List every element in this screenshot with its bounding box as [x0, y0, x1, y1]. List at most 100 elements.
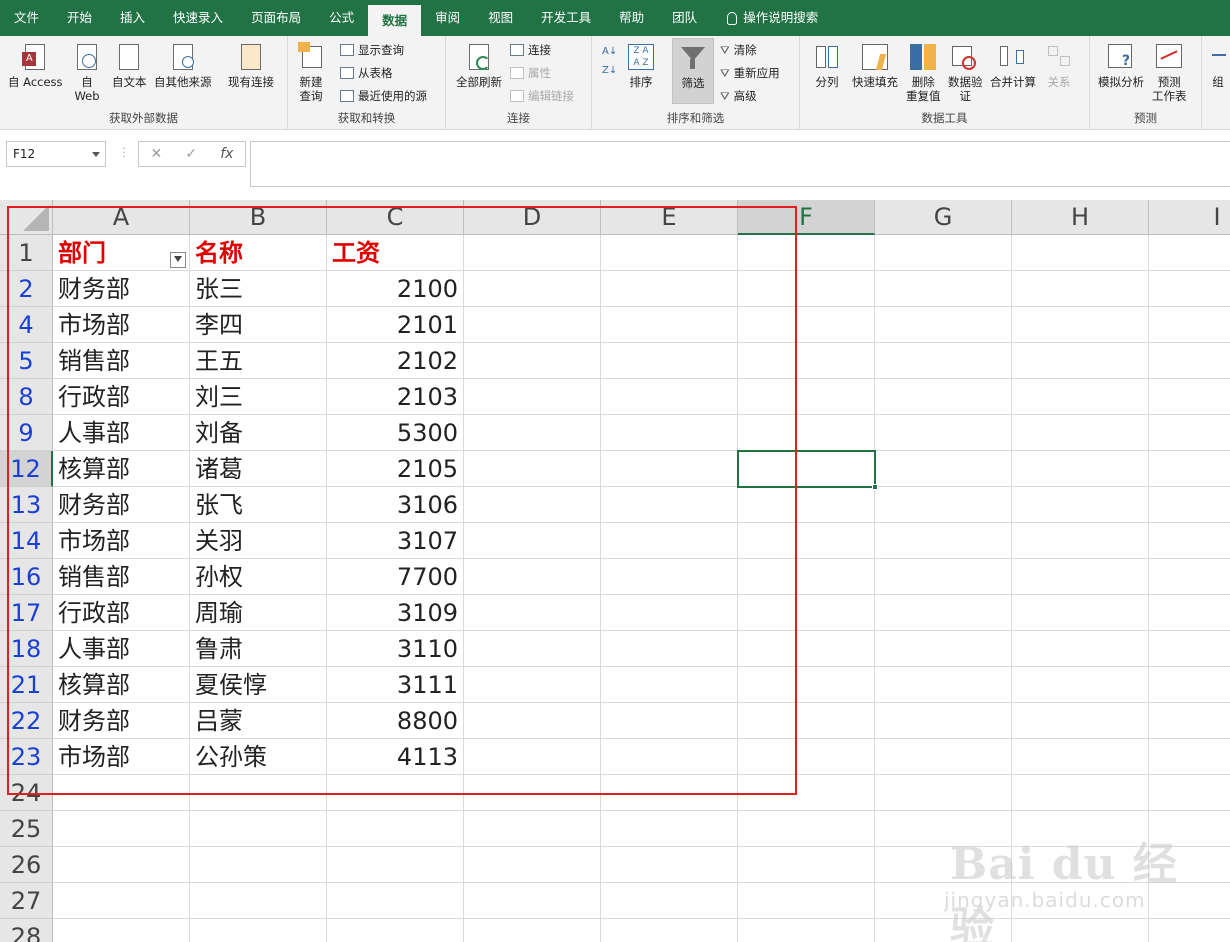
cell-g1[interactable]: [875, 235, 1012, 271]
cell-a17[interactable]: 行政部: [53, 595, 190, 631]
cell-g26[interactable]: [875, 847, 1012, 883]
cell-h18[interactable]: [1012, 631, 1149, 667]
edit-links-button[interactable]: 编辑链接: [510, 88, 574, 104]
cell-d24[interactable]: [464, 775, 601, 811]
cell-d14[interactable]: [464, 523, 601, 559]
formula-input[interactable]: [250, 141, 1230, 187]
cell-f21[interactable]: [738, 667, 875, 703]
row-header-14[interactable]: 14: [0, 523, 53, 559]
sort-az-buttons[interactable]: A↓ Z↓: [602, 46, 617, 76]
cell-g2[interactable]: [875, 271, 1012, 307]
cell-c18[interactable]: 3110: [327, 631, 464, 667]
column-header-d[interactable]: D: [464, 200, 601, 235]
cell-h13[interactable]: [1012, 487, 1149, 523]
cell-g13[interactable]: [875, 487, 1012, 523]
from-access-button[interactable]: A 自 Access: [8, 42, 63, 89]
row-header-16[interactable]: 16: [0, 559, 53, 595]
cell-c21[interactable]: 3111: [327, 667, 464, 703]
what-if-analysis-button[interactable]: ? 模拟分析: [1098, 42, 1144, 89]
cell-f28[interactable]: [738, 919, 875, 942]
cell-i22[interactable]: [1149, 703, 1230, 739]
cell-e1[interactable]: [601, 235, 738, 271]
row-header-5[interactable]: 5: [0, 343, 53, 379]
cell-b25[interactable]: [190, 811, 327, 847]
row-header-13[interactable]: 13: [0, 487, 53, 523]
insert-function-icon[interactable]: fx: [220, 146, 233, 162]
cell-b14[interactable]: 关羽: [190, 523, 327, 559]
cell-f9[interactable]: [738, 415, 875, 451]
cell-i17[interactable]: [1149, 595, 1230, 631]
tab-0[interactable]: 文件: [0, 0, 53, 36]
column-header-i[interactable]: I: [1149, 200, 1230, 235]
from-table-button[interactable]: 从表格: [340, 65, 393, 81]
cell-e26[interactable]: [601, 847, 738, 883]
cell-d13[interactable]: [464, 487, 601, 523]
cell-c5[interactable]: 2102: [327, 343, 464, 379]
cell-g24[interactable]: [875, 775, 1012, 811]
outline-group-button[interactable]: 组: [1210, 42, 1226, 89]
cell-h21[interactable]: [1012, 667, 1149, 703]
cell-d21[interactable]: [464, 667, 601, 703]
cell-e8[interactable]: [601, 379, 738, 415]
cell-c4[interactable]: 2101: [327, 307, 464, 343]
cell-b23[interactable]: 公孙策: [190, 739, 327, 775]
row-header-12[interactable]: 12: [0, 451, 53, 487]
tab-11[interactable]: 团队: [658, 0, 711, 36]
cell-i13[interactable]: [1149, 487, 1230, 523]
cell-c16[interactable]: 7700: [327, 559, 464, 595]
cell-e22[interactable]: [601, 703, 738, 739]
cell-c1[interactable]: 工资: [327, 235, 464, 271]
cell-c28[interactable]: [327, 919, 464, 942]
cell-b22[interactable]: 吕蒙: [190, 703, 327, 739]
cell-d12[interactable]: [464, 451, 601, 487]
tab-10[interactable]: 帮助: [605, 0, 658, 36]
cell-e13[interactable]: [601, 487, 738, 523]
cell-h24[interactable]: [1012, 775, 1149, 811]
cell-h17[interactable]: [1012, 595, 1149, 631]
cell-d26[interactable]: [464, 847, 601, 883]
cell-c27[interactable]: [327, 883, 464, 919]
reapply-button[interactable]: ⛛ 重新应用: [720, 65, 780, 81]
cell-h8[interactable]: [1012, 379, 1149, 415]
cell-b2[interactable]: 张三: [190, 271, 327, 307]
from-text-button[interactable]: 自文本: [112, 42, 147, 89]
column-header-f[interactable]: F: [738, 200, 875, 235]
select-all-button[interactable]: [0, 200, 53, 235]
row-header-28[interactable]: 28: [0, 919, 53, 942]
cancel-icon[interactable]: ✕: [151, 146, 163, 162]
row-header-17[interactable]: 17: [0, 595, 53, 631]
new-query-button[interactable]: 新建 查询: [298, 42, 324, 103]
cell-g9[interactable]: [875, 415, 1012, 451]
cell-g12[interactable]: [875, 451, 1012, 487]
splitter-handle[interactable]: ⋮: [118, 145, 130, 159]
row-header-1[interactable]: 1: [0, 235, 53, 271]
cell-g23[interactable]: [875, 739, 1012, 775]
cell-a1[interactable]: 部门: [53, 235, 190, 271]
cell-e18[interactable]: [601, 631, 738, 667]
cell-h16[interactable]: [1012, 559, 1149, 595]
cell-h25[interactable]: [1012, 811, 1149, 847]
cell-f25[interactable]: [738, 811, 875, 847]
row-header-27[interactable]: 27: [0, 883, 53, 919]
cell-i27[interactable]: [1149, 883, 1230, 919]
cell-g27[interactable]: [875, 883, 1012, 919]
cell-h12[interactable]: [1012, 451, 1149, 487]
cell-a9[interactable]: 人事部: [53, 415, 190, 451]
cell-i2[interactable]: [1149, 271, 1230, 307]
cell-e21[interactable]: [601, 667, 738, 703]
cell-e9[interactable]: [601, 415, 738, 451]
cell-a8[interactable]: 行政部: [53, 379, 190, 415]
row-header-8[interactable]: 8: [0, 379, 53, 415]
cell-a13[interactable]: 财务部: [53, 487, 190, 523]
existing-connections-button[interactable]: 现有连接: [228, 42, 274, 89]
cell-d23[interactable]: [464, 739, 601, 775]
cell-d5[interactable]: [464, 343, 601, 379]
cell-b24[interactable]: [190, 775, 327, 811]
cell-a26[interactable]: [53, 847, 190, 883]
filter-dropdown-button[interactable]: [170, 252, 186, 268]
filter-button[interactable]: 筛选: [672, 38, 714, 104]
cell-e16[interactable]: [601, 559, 738, 595]
cell-f4[interactable]: [738, 307, 875, 343]
column-header-g[interactable]: G: [875, 200, 1012, 235]
cell-b4[interactable]: 李四: [190, 307, 327, 343]
